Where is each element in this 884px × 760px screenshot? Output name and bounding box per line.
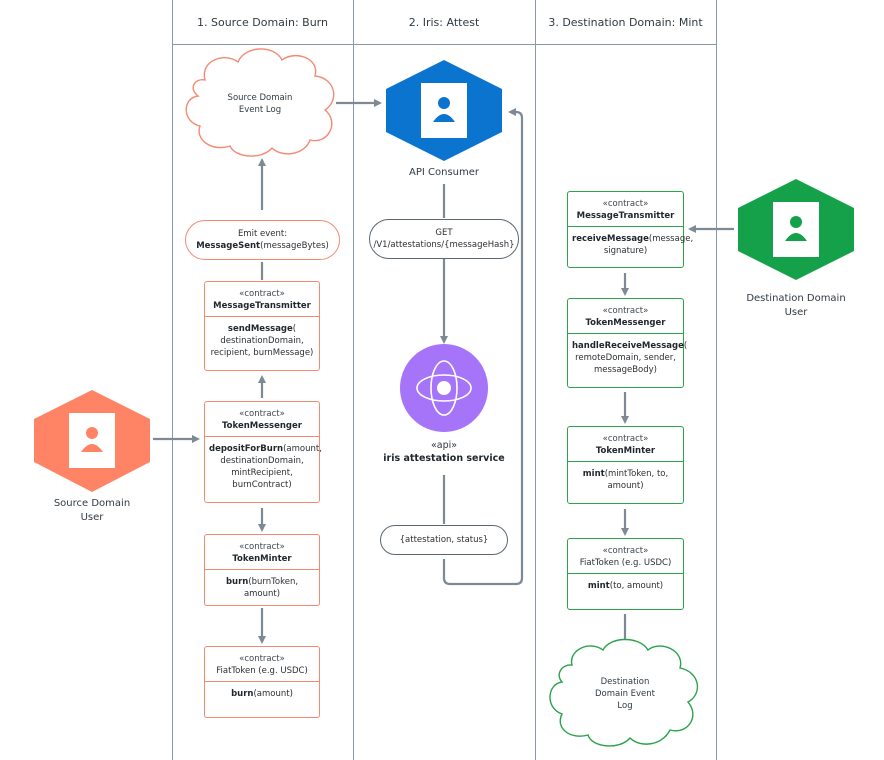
destination-user-label: Destination Domain User — [746, 293, 846, 318]
source-event-log-label: Source Domain Event Log — [227, 93, 293, 115]
source-token-messenger-contract: «contract» TokenMessenger depositForBurn(… — [204, 401, 322, 503]
user-icon-head — [790, 216, 802, 228]
iris-service-label: «api» iris attestation service — [383, 440, 505, 464]
diagram-canvas — [34, 48, 854, 747]
emit-event-node: Emit event: MessageSent(messageBytes) — [185, 220, 340, 260]
user-icon-head — [86, 427, 98, 439]
destination-token-messenger-contract: «contract» TokenMessenger handleReceiveMe… — [567, 298, 687, 388]
user-icon-head — [438, 97, 450, 109]
source-user-label: Source Domain User — [53, 498, 131, 523]
destination-user-card — [773, 202, 819, 257]
api-consumer-card — [421, 83, 467, 138]
destination-event-log-label: Destination Domain Event Log — [594, 677, 656, 711]
destination-message-transmitter-contract: «contract» MessageTransmitter receiveMess… — [567, 191, 693, 268]
destination-token-minter-contract: «contract» TokenMinter mint(mintToken, to… — [567, 426, 684, 504]
source-token-minter-contract: «contract» TokenMinter burn(burnToken, am… — [204, 534, 320, 606]
attestation-response: {attestation, status} — [380, 525, 508, 555]
get-attestation-request: GET /V1/attestations/{messageHash} — [369, 219, 519, 259]
destination-fiat-token-contract: «contract» FiatToken (e.g. USDC) mint(to,… — [567, 538, 684, 610]
source-fiat-token-contract: «contract» FiatToken (e.g. USDC) burn(amo… — [204, 646, 320, 718]
source-user-card — [69, 413, 115, 468]
source-message-transmitter-contract: «contract» MessageTransmitter sendMessage… — [204, 281, 320, 371]
api-consumer-label: API Consumer — [409, 167, 479, 178]
